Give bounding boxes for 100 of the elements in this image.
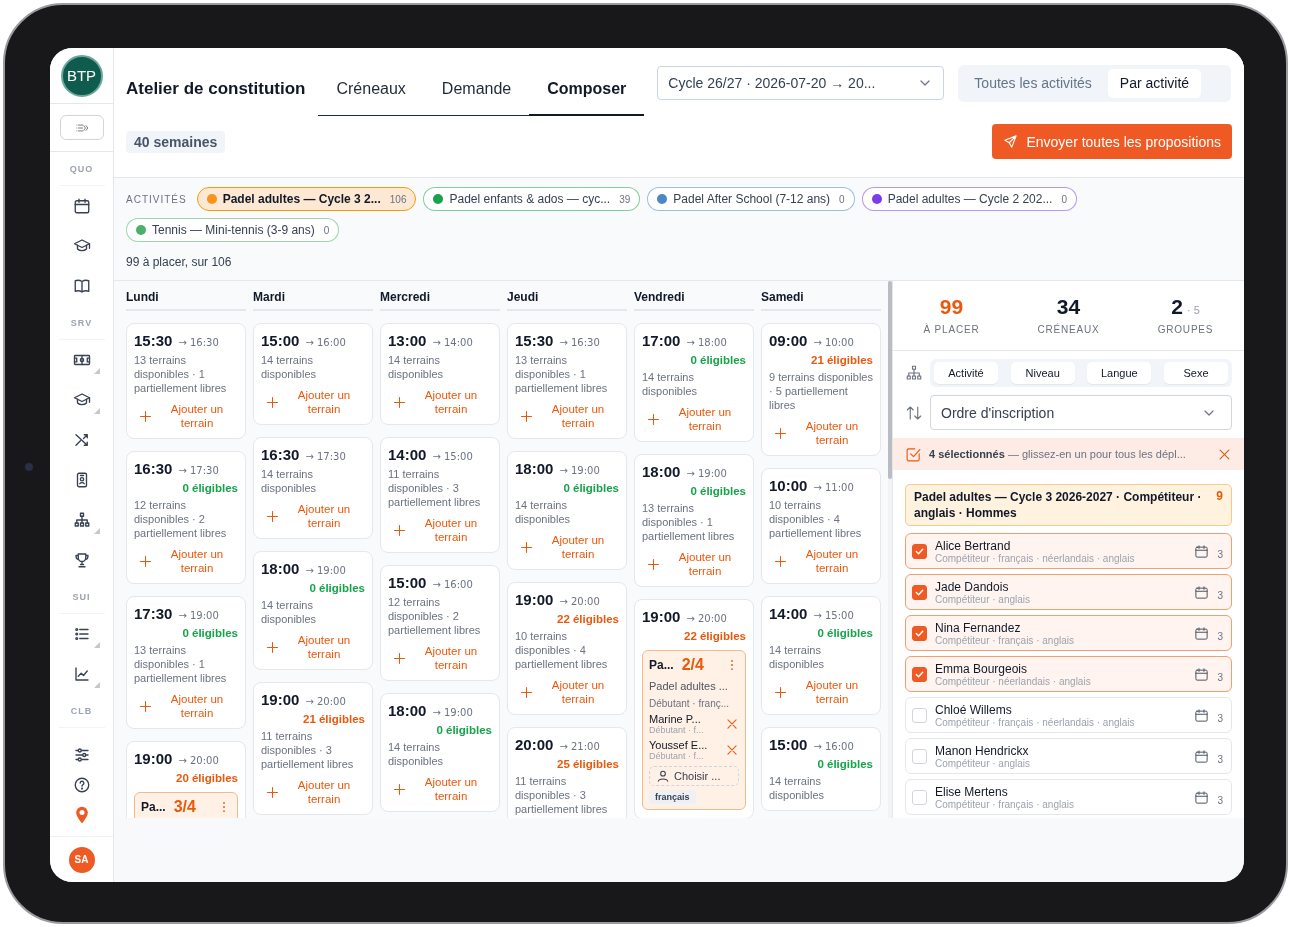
activity-chip[interactable]: Padel adultes — Cycle 2 202... 0 [861,187,1077,211]
add-court-button[interactable]: Ajouter un terrain [515,533,619,561]
start-time: 18:00 [515,460,554,477]
group-fill: 3/4 [173,798,196,816]
view-option[interactable]: Par activité [1107,68,1202,98]
person-meta: Compétiteur · anglais [935,757,1032,769]
person-meta: Compétiteur · français · anglais [935,634,1075,646]
placement-summary: 99 à placer, sur 106 [126,255,233,269]
checkbox[interactable] [912,625,927,641]
choose-member-button[interactable]: Choisir ... [649,766,739,786]
add-court-button[interactable]: Ajouter un terrain [261,502,365,530]
scrollbar-thumb[interactable] [888,281,892,479]
add-court-button[interactable]: Ajouter un terrain [134,692,238,720]
end-time: → 16:30 [559,337,600,348]
hierarchy-icon [72,511,91,529]
plus-icon [519,408,534,424]
chip-count: 39 [619,193,631,205]
add-court-button[interactable]: Ajouter un terrain [515,402,619,430]
send-icon [1003,134,1019,149]
person-meta: Compétiteur · français · anglais [935,798,1075,810]
add-court-button[interactable]: Ajouter un terrain [642,550,746,578]
add-court-button[interactable]: Ajouter un terrain [388,516,492,544]
plus-icon [773,553,788,569]
group-meta: Débutant · franç... [649,698,731,709]
end-time: → 17:30 [305,451,346,462]
add-court-button[interactable]: Ajouter un terrain [388,775,492,803]
end-time: → 21:00 [559,741,600,752]
person-row[interactable]: Manon Hendrickx Compétiteur · anglais 3 [905,738,1232,774]
courts-info: 11 terrains disponibles · 3 partiellement libres [515,774,609,816]
checkbox[interactable] [912,584,927,600]
group-by-option[interactable]: Activité [934,362,998,384]
slot-count: 3 [1217,712,1223,724]
tab[interactable]: Composer [529,64,645,116]
add-court-button[interactable]: Ajouter un terrain [769,547,873,575]
activity-chip[interactable]: Padel enfants & ados — cyc... 39 [423,187,641,211]
activity-chip[interactable]: Tennis — Mini-tennis (3-9 ans) 0 [126,218,340,242]
person-row[interactable]: Chloé Willems Compétiteur · français · néerlandais · anglais 3 [905,697,1232,733]
sidebar-toggle-button[interactable] [59,115,104,140]
add-court-button[interactable]: Ajouter un terrain [261,778,365,806]
add-court-button[interactable]: Ajouter un terrain [388,388,492,416]
person-icon [656,769,670,783]
checkbox-icon [905,445,922,463]
person-row[interactable]: Emma Bourgeois Compétiteur · néerlandais · anglais 3 [905,656,1232,692]
eligible-count: 21 éligibles [810,354,873,366]
stat-value: 2 [1171,295,1183,319]
checkbox[interactable] [912,543,927,559]
logo[interactable]: BTP [60,54,103,97]
group-by-option[interactable]: Niveau [1010,362,1075,384]
remove-button[interactable] [725,743,739,757]
add-court-button[interactable]: Ajouter un terrain [515,678,619,706]
person-row[interactable]: Alice Bertrand Compétiteur · français · néerlandais · anglais 3 [905,533,1232,569]
activity-chip[interactable]: Padel After School (7-12 ans) 0 [647,187,855,211]
eligible-count: 20 éligibles [175,772,238,784]
tab[interactable]: Demande [423,64,530,116]
submenu-indicator [93,408,100,414]
start-time: 15:30 [515,332,554,349]
plus-icon [265,639,280,655]
eligible-count: 25 éligibles [556,758,619,770]
person-row[interactable]: Elise Mertens Compétiteur · français · anglais 3 [905,779,1232,815]
end-time: → 16:30 [178,337,219,348]
add-court-button[interactable]: Ajouter un terrain [134,402,238,430]
add-court-button[interactable]: Ajouter un terrain [642,405,746,433]
trophy-icon [72,551,91,569]
end-time: → 19:00 [305,565,346,576]
slot-count: 3 [1217,794,1223,806]
tab[interactable]: Créneaux [318,64,424,116]
add-court-button[interactable]: Ajouter un terrain [261,388,365,416]
courts-info: 14 terrains disponibles [261,353,318,381]
person-row[interactable]: Jade Dandois Compétiteur · anglais 3 [905,574,1232,610]
person-row[interactable]: Nina Fernandez Compétiteur · français · anglais 3 [905,615,1232,651]
sort-dropdown[interactable]: Ordre d'inscription [930,395,1232,430]
add-court-button[interactable]: Ajouter un terrain [134,547,238,575]
group-by-option[interactable]: Sexe [1163,362,1228,384]
calendar-icon [72,197,91,215]
add-court-button[interactable]: Ajouter un terrain [769,419,873,447]
cycle-dropdown[interactable]: Cycle 26/27 · 2026-07-20 → 20... [657,66,945,100]
add-court-button[interactable]: Ajouter un terrain [388,644,492,672]
add-court-button[interactable]: Ajouter un terrain [261,633,365,661]
slot-count: 3 [1217,589,1223,601]
sliders-icon [72,746,91,764]
remove-button[interactable] [725,717,739,731]
section-label: CLB [58,694,105,728]
eligible-count: 0 éligibles [308,582,365,594]
calendar-icon [1194,543,1210,559]
chip-label: Padel adultes — Cycle 3 2... [222,192,381,206]
plus-icon [519,539,534,555]
group-fill: 2/4 [681,656,704,674]
view-option[interactable]: Toutes les activités [962,68,1104,98]
courts-info: 11 terrains disponibles · 3 partiellement libres [388,467,482,509]
checkbox[interactable] [912,666,927,682]
courts-info: 12 terrains disponibles · 2 partiellement libres [388,595,482,637]
end-time: → 16:00 [813,741,854,752]
group-by-option[interactable]: Langue [1087,362,1152,384]
eligible-count: 0 éligibles [435,724,492,736]
submenu-indicator [93,642,100,648]
start-time: 19:00 [642,608,681,625]
group-count: 9 [1216,489,1223,503]
activity-chip[interactable]: Padel adultes — Cycle 3 2... 106 [196,187,417,211]
add-court-button[interactable]: Ajouter un terrain [769,678,873,706]
end-time: → 18:00 [686,337,727,348]
